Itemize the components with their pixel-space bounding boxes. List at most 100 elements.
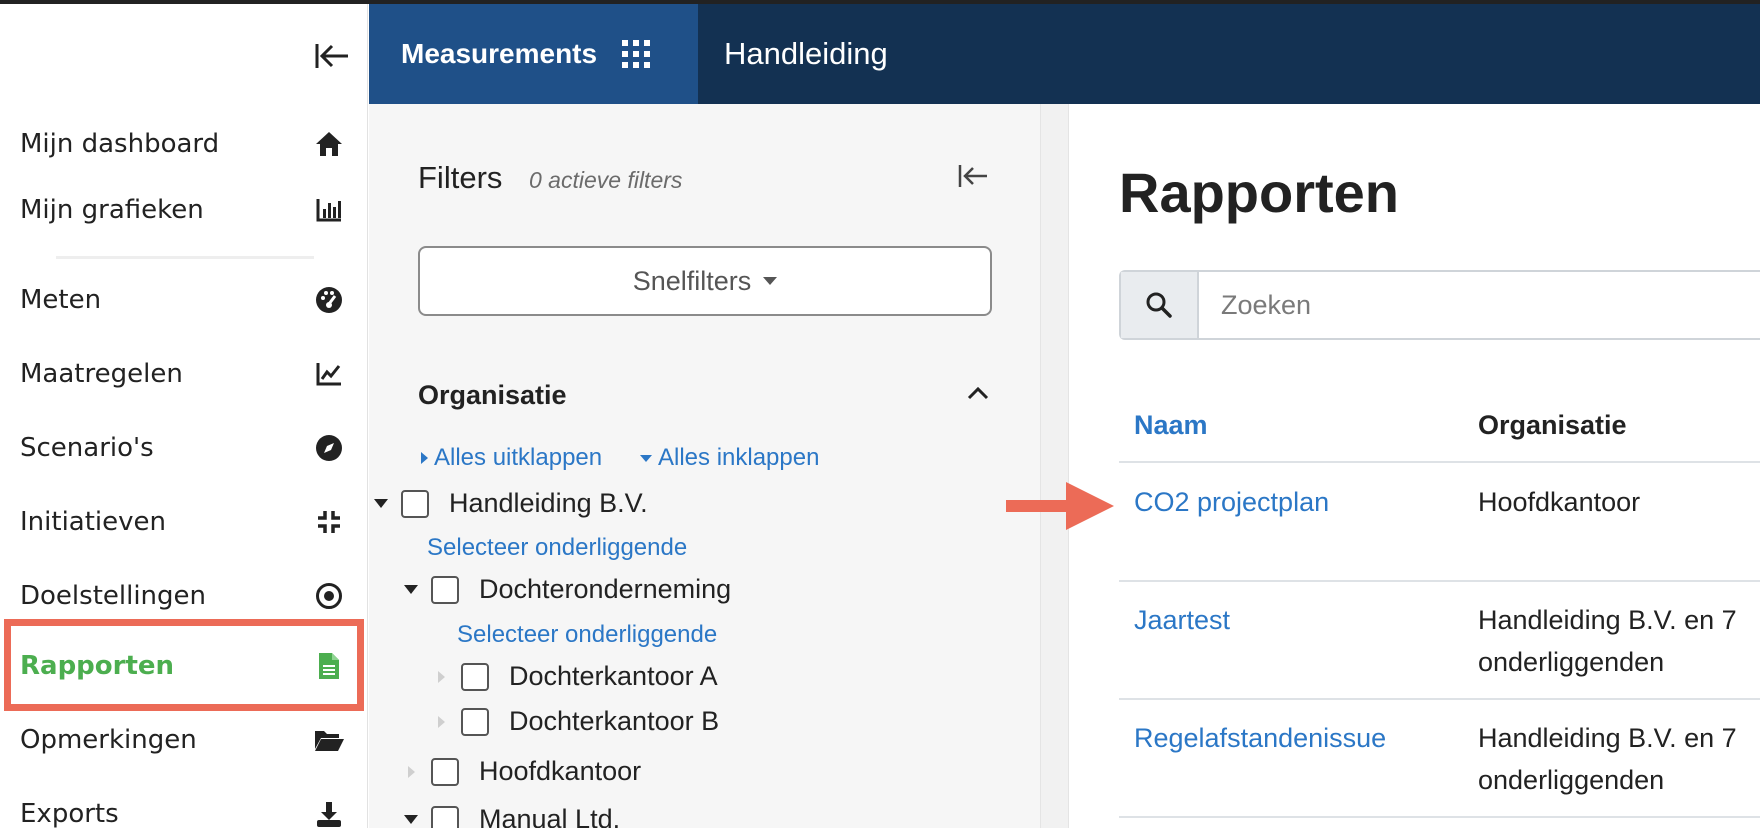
collapse-all-label: Alles inklappen xyxy=(658,444,820,471)
sidebar-item-label: Maatregelen xyxy=(20,359,183,389)
tree-toggle-collapsed[interactable] xyxy=(433,714,449,730)
search-icon xyxy=(1146,292,1172,318)
tree-item: Dochterkantoor B xyxy=(433,706,719,737)
sidebar-item-rapporten[interactable]: Rapporten xyxy=(0,634,368,698)
sidebar-item-charts[interactable]: Mijn grafieken xyxy=(0,178,368,242)
search-bar xyxy=(1119,270,1760,340)
filter-panel: Filters 0 actieve filters Snelfilters Or… xyxy=(369,104,1040,828)
column-header-organisatie[interactable]: Organisatie xyxy=(1478,410,1627,441)
target-icon xyxy=(312,579,346,613)
tree-checkbox[interactable] xyxy=(431,805,459,828)
main-content: Rapporten Naam Organisatie CO2 projectpl… xyxy=(1069,104,1760,828)
download-icon xyxy=(312,797,346,828)
search-input[interactable] xyxy=(1199,272,1760,338)
tree-item-label: Dochteronderneming xyxy=(479,574,732,604)
panel-splitter[interactable] xyxy=(1040,104,1069,828)
tree-checkbox[interactable] xyxy=(431,575,459,604)
quick-filters-label: Snelfilters xyxy=(632,265,752,296)
table-row-divider xyxy=(1119,816,1760,818)
tree-item-label: Dochterkantoor B xyxy=(509,706,720,736)
tree-checkbox[interactable] xyxy=(401,489,429,518)
sidebar-divider xyxy=(56,256,314,259)
sidebar-collapse-button[interactable] xyxy=(310,36,354,76)
home-icon xyxy=(312,127,346,161)
organisation-section-title: Organisatie xyxy=(418,380,567,410)
tree-toggle-collapsed[interactable] xyxy=(403,764,419,780)
sidebar-item-maatregelen[interactable]: Maatregelen xyxy=(0,342,368,406)
tree-item: Manual Ltd. xyxy=(403,804,620,828)
report-name-link[interactable]: CO2 projectplan xyxy=(1134,481,1329,523)
caret-down-icon xyxy=(763,277,778,285)
report-name-link[interactable]: Jaartest xyxy=(1134,599,1230,641)
sidebar-item-opmerkingen[interactable]: Opmerkingen xyxy=(0,708,368,772)
filters-collapse-button[interactable] xyxy=(953,156,993,196)
annotation-arrow-icon xyxy=(1006,482,1114,530)
compress-icon xyxy=(312,505,346,539)
caret-right-icon xyxy=(421,452,428,464)
select-children-link[interactable]: Selecteer onderliggende xyxy=(457,621,717,649)
table-row-divider xyxy=(1119,698,1760,700)
sidebar-item-scenarios[interactable]: Scenario's xyxy=(0,416,368,480)
sidebar-item-label: Mijn dashboard xyxy=(20,129,220,159)
sidebar-item-label: Initiatieven xyxy=(20,507,166,537)
grid-apps-icon xyxy=(622,40,651,68)
table-row-divider xyxy=(1119,580,1760,582)
bar-chart-icon xyxy=(312,193,346,227)
table-header-divider xyxy=(1119,461,1760,463)
sidebar: Mijn dashboard Mijn grafieken Meten Maat… xyxy=(0,4,368,828)
tree-toggle-expanded[interactable] xyxy=(403,582,419,598)
tree-item-label: Dochterkantoor A xyxy=(509,661,718,691)
sidebar-item-label: Scenario's xyxy=(20,433,154,463)
sidebar-item-initiatieven[interactable]: Initiatieven xyxy=(0,490,368,554)
chevron-up-icon xyxy=(967,386,989,400)
sidebar-item-doelstellingen[interactable]: Doelstellingen xyxy=(0,564,368,628)
tree-checkbox[interactable] xyxy=(461,662,489,691)
tree-item-label: Hoofdkantoor xyxy=(479,756,642,786)
report-name-link[interactable]: Regelafstandenissue xyxy=(1134,717,1386,759)
brand-label: Measurements xyxy=(401,38,598,69)
caret-down-icon xyxy=(640,454,652,462)
report-organisation: Hoofdkantoor xyxy=(1478,487,1641,517)
top-header: Measurements Handleiding xyxy=(369,4,1760,104)
sidebar-item-label: Doelstellingen xyxy=(20,581,207,611)
select-children-link[interactable]: Selecteer onderliggende xyxy=(427,534,687,562)
tree-checkbox[interactable] xyxy=(461,707,489,736)
tree-toggle-collapsed[interactable] xyxy=(433,669,449,685)
tree-item: Dochterkantoor A xyxy=(433,661,718,692)
line-chart-icon xyxy=(312,357,346,391)
page-title: Rapporten xyxy=(1119,161,1399,224)
column-header-naam[interactable]: Naam xyxy=(1134,410,1208,441)
quick-filters-dropdown[interactable]: Snelfilters xyxy=(418,246,992,316)
filters-title: Filters xyxy=(418,160,503,195)
tree-item: Hoofdkantoor xyxy=(403,756,641,787)
gauge-icon xyxy=(312,283,346,317)
tree-toggle-expanded[interactable] xyxy=(403,812,419,828)
search-button[interactable] xyxy=(1121,272,1199,338)
folder-open-icon xyxy=(312,723,346,757)
tree-item-label: Manual Ltd. xyxy=(479,804,621,828)
sidebar-item-label: Opmerkingen xyxy=(20,725,197,755)
tree-item: Handleiding B.V. xyxy=(373,488,648,519)
header-title: Handleiding xyxy=(724,36,888,71)
collapse-left-icon xyxy=(315,44,348,68)
sidebar-item-label: Exports xyxy=(20,799,119,828)
collapse-all-link[interactable]: Alles inklappen xyxy=(640,444,819,472)
compass-icon xyxy=(312,431,346,465)
sidebar-item-label: Meten xyxy=(20,285,102,315)
report-organisation: Handleiding B.V. en 7 onderliggenden xyxy=(1478,723,1737,795)
section-collapse-button[interactable] xyxy=(963,378,993,408)
sidebar-item-exports[interactable]: Exports xyxy=(0,782,368,828)
app-switcher-button[interactable]: Measurements xyxy=(369,4,698,104)
sidebar-item-meten[interactable]: Meten xyxy=(0,268,368,332)
report-organisation: Handleiding B.V. en 7 onderliggenden xyxy=(1478,605,1737,677)
app-root: Mijn dashboard Mijn grafieken Meten Maat… xyxy=(0,0,1760,828)
active-filter-count: 0 actieve filters xyxy=(529,167,683,193)
tree-toggle-expanded[interactable] xyxy=(373,496,389,512)
collapse-left-icon xyxy=(958,165,987,187)
tree-checkbox[interactable] xyxy=(431,757,459,786)
sidebar-item-dashboard[interactable]: Mijn dashboard xyxy=(0,112,368,176)
expand-all-label: Alles uitklappen xyxy=(434,444,603,471)
tree-item-label: Handleiding B.V. xyxy=(449,488,648,518)
file-icon xyxy=(312,649,346,683)
expand-all-link[interactable]: Alles uitklappen xyxy=(421,444,602,472)
